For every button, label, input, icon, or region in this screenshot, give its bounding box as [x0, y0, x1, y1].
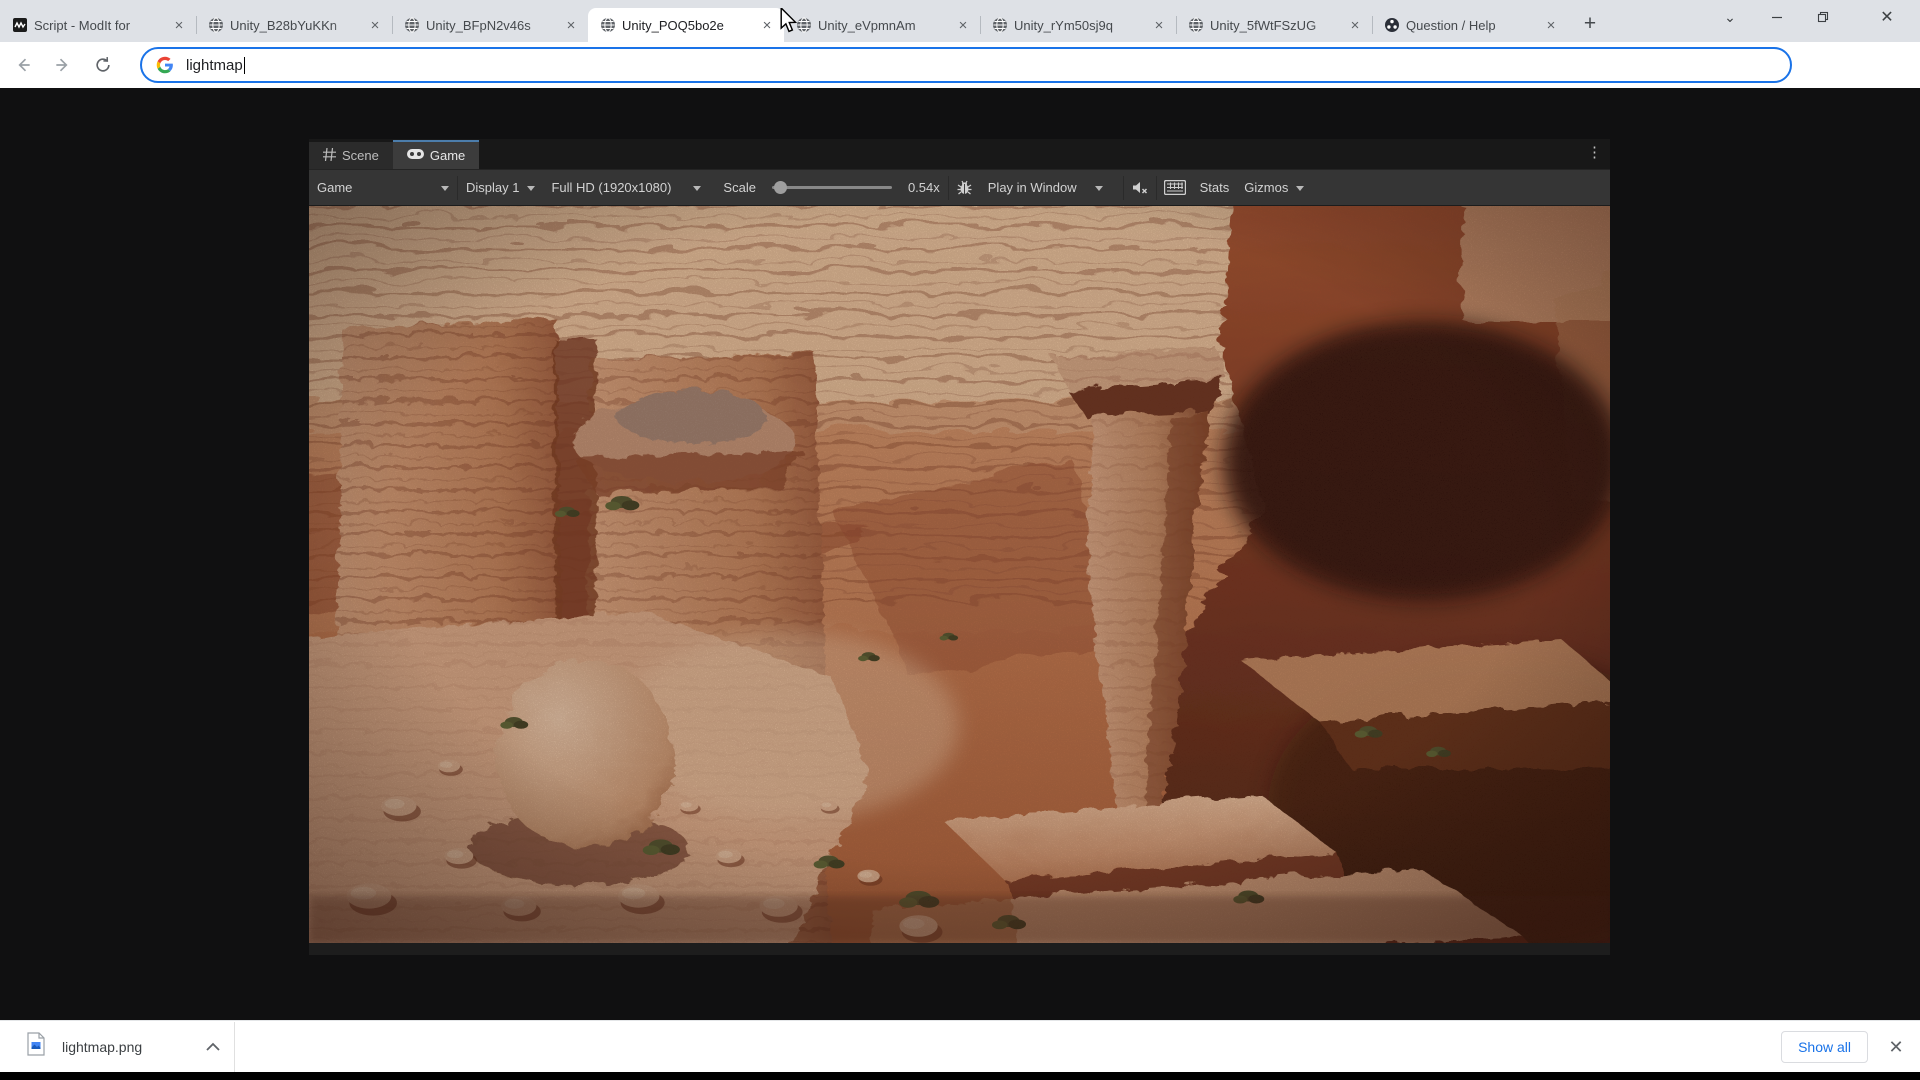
tab-unity-1[interactable]: Unity_B28bYuKKn ×	[196, 8, 392, 42]
mute-audio-icon[interactable]	[1124, 170, 1156, 205]
tab-close-icon[interactable]: ×	[1150, 16, 1168, 34]
back-icon[interactable]	[6, 48, 40, 82]
globe-icon	[1188, 17, 1204, 33]
play-mode-dropdown[interactable]: Play in Window	[980, 170, 1111, 205]
tab-question-help[interactable]: Question / Help ×	[1372, 8, 1568, 42]
scale-slider[interactable]	[772, 186, 892, 189]
dropdown-label: Display 1	[466, 180, 519, 195]
tab-close-icon[interactable]: ×	[1346, 16, 1364, 34]
page-content: Scene Game ⋮ Game Display 1 Full HD (192…	[0, 88, 1920, 1020]
tab-close-icon[interactable]: ×	[170, 16, 188, 34]
tab-title: Script - ModIt for	[34, 18, 164, 33]
gizmos-label: Gizmos	[1244, 180, 1288, 195]
divider	[234, 1022, 235, 1072]
tab-unity-2[interactable]: Unity_BFpN2v46s ×	[392, 8, 588, 42]
tab-search-chevron-icon[interactable]: ⌄	[1710, 0, 1750, 34]
unity-game-toolbar: Game Display 1 Full HD (1920x1080) Scale…	[309, 169, 1610, 206]
reload-icon[interactable]	[86, 48, 120, 82]
tab-title: Unity_B28bYuKKn	[230, 18, 360, 33]
obs-logo-icon	[1384, 17, 1400, 33]
image-file-icon	[26, 1032, 46, 1061]
window-minimize-button[interactable]	[1754, 0, 1800, 34]
stats-label: Stats	[1200, 180, 1230, 195]
unity-tab-label: Scene	[342, 148, 379, 163]
gizmos-dropdown[interactable]: Gizmos	[1236, 170, 1312, 205]
tab-close-icon[interactable]: ×	[954, 16, 972, 34]
tab-title: Unity_rYm50sj9q	[1014, 18, 1144, 33]
tab-unity-5[interactable]: Unity_5fWtFSzUG ×	[1176, 8, 1372, 42]
scale-value: 0.54x	[908, 180, 940, 195]
debug-bug-icon[interactable]	[949, 170, 980, 205]
chevron-up-icon[interactable]	[206, 1038, 220, 1056]
tab-close-icon[interactable]: ×	[1542, 16, 1560, 34]
gamepad-icon	[407, 148, 424, 163]
keyboard-grid-icon[interactable]	[1157, 170, 1193, 205]
tab-title: Unity_5fWtFSzUG	[1210, 18, 1340, 33]
show-all-downloads-button[interactable]: Show all	[1781, 1031, 1868, 1063]
globe-icon	[992, 17, 1008, 33]
chevron-down-icon	[1095, 186, 1103, 191]
stats-button[interactable]: Stats	[1193, 170, 1237, 205]
tab-close-icon[interactable]: ×	[562, 16, 580, 34]
display-dropdown[interactable]: Display 1	[458, 170, 543, 205]
tab-title: Unity_BFpN2v46s	[426, 18, 556, 33]
unity-tab-label: Game	[430, 148, 465, 163]
new-tab-button[interactable]: +	[1576, 10, 1604, 38]
unity-game-panel: Scene Game ⋮ Game Display 1 Full HD (192…	[309, 139, 1610, 955]
browser-tab-strip: Script - ModIt for × Unity_B28bYuKKn × U…	[0, 0, 1920, 42]
chevron-down-icon	[693, 186, 701, 191]
tab-unity-3[interactable]: Unity_eVpmnAm ×	[784, 8, 980, 42]
download-bar: lightmap.png Show all ✕	[0, 1020, 1920, 1072]
scale-slider-knob[interactable]	[774, 181, 787, 194]
unity-panel-footer	[309, 943, 1610, 955]
scale-label: Scale	[723, 180, 756, 195]
scale-control: Scale 0.54x	[715, 170, 947, 205]
download-bar-close-icon[interactable]: ✕	[1884, 1035, 1908, 1059]
text-caret	[244, 57, 245, 74]
google-logo-icon	[156, 56, 174, 74]
tab-close-icon[interactable]: ×	[758, 16, 776, 34]
forward-icon[interactable]	[46, 48, 80, 82]
unity-tab-scene[interactable]: Scene	[309, 142, 393, 169]
unity-panel-menu-icon[interactable]: ⋮	[1587, 143, 1602, 161]
chevron-down-icon	[1296, 186, 1304, 191]
dropdown-label: Play in Window	[988, 180, 1077, 195]
dropdown-label: Game	[317, 180, 433, 195]
bottom-edge-strip	[0, 1072, 1920, 1080]
game-target-dropdown[interactable]: Game	[309, 170, 457, 205]
browser-toolbar: lightmap ⋮	[0, 42, 1920, 88]
tab-close-icon[interactable]: ×	[366, 16, 384, 34]
globe-icon	[404, 17, 420, 33]
tab-title: Unity_POQ5bo2e	[622, 18, 752, 33]
omnibox-text[interactable]: lightmap	[186, 57, 243, 74]
tab-title: Question / Help	[1406, 18, 1536, 33]
dropdown-label: Full HD (1920x1080)	[551, 180, 671, 195]
unity-tab-bar: Scene Game ⋮	[309, 139, 1610, 169]
unity-tab-game[interactable]: Game	[393, 140, 479, 169]
download-filename: lightmap.png	[62, 1039, 142, 1055]
chevron-down-icon	[441, 186, 449, 191]
tab-title: Unity_eVpmnAm	[818, 18, 948, 33]
tab-unity-active[interactable]: Unity_POQ5bo2e ×	[588, 8, 784, 42]
window-restore-button[interactable]	[1800, 0, 1846, 34]
download-item[interactable]: lightmap.png	[0, 1021, 234, 1072]
globe-icon	[208, 17, 224, 33]
script-file-icon	[12, 17, 28, 33]
scene-grid-icon	[323, 148, 336, 164]
mouse-cursor	[778, 8, 800, 39]
tab-script-modit[interactable]: Script - ModIt for ×	[0, 8, 196, 42]
chevron-down-icon	[527, 186, 535, 191]
game-view-image	[309, 206, 1610, 943]
resolution-dropdown[interactable]: Full HD (1920x1080)	[543, 170, 709, 205]
window-close-button[interactable]: ✕	[1864, 0, 1910, 34]
tab-unity-4[interactable]: Unity_rYm50sj9q ×	[980, 8, 1176, 42]
omnibox[interactable]: lightmap	[140, 47, 1792, 83]
globe-icon	[600, 17, 616, 33]
